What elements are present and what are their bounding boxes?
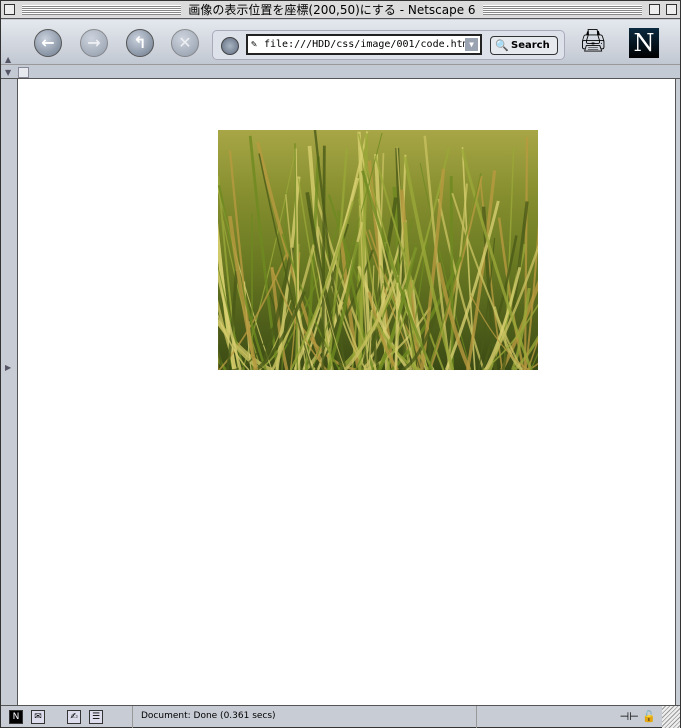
- composer-icon[interactable]: ✍: [67, 709, 81, 724]
- navigation-toolbar: ← → ↰ ✕ ✎ file:///HDD/css/image/001/code…: [1, 20, 680, 65]
- forward-button[interactable]: →: [80, 29, 108, 57]
- sidebar-gutter[interactable]: ▲ ▼ ▶: [1, 53, 17, 705]
- rice-field-image: [218, 130, 538, 370]
- title-bar: 画像の表示位置を座標(200,50)にする - Netscape 6: [1, 1, 680, 19]
- close-box[interactable]: [4, 4, 15, 15]
- zoom-box[interactable]: [649, 4, 660, 15]
- arrow-right-icon: →: [87, 33, 101, 52]
- address-book-icon[interactable]: ☰: [89, 709, 103, 724]
- lock-icon: 🔓: [642, 710, 656, 723]
- stop-icon: ✕: [178, 33, 192, 52]
- page-content: [17, 79, 676, 705]
- history-dropdown-button[interactable]: [221, 37, 239, 55]
- rice-field-photo: [218, 130, 538, 370]
- status-text: Document: Done (0.361 secs): [132, 706, 477, 728]
- chevron-down-icon[interactable]: ▼: [465, 38, 478, 51]
- resize-grip[interactable]: [662, 706, 680, 728]
- sidebar-grip-icon[interactable]: ▶: [5, 363, 11, 372]
- stop-button[interactable]: ✕: [171, 29, 199, 57]
- tab-button[interactable]: [18, 67, 29, 78]
- status-bar: N ✉ ✍ ☰ Document: Done (0.361 secs) ⊣⊢ 🔓: [1, 705, 680, 728]
- connection-icon: ⊣⊢: [619, 710, 639, 723]
- mail-icon[interactable]: ✉: [31, 709, 45, 724]
- collapse-up-icon[interactable]: ▲: [5, 55, 11, 64]
- collapse-box[interactable]: [666, 4, 677, 15]
- tab-bar: [1, 65, 680, 79]
- netscape-logo[interactable]: N: [629, 28, 659, 58]
- search-button[interactable]: 🔍 Search: [490, 36, 558, 55]
- url-input[interactable]: ✎ file:///HDD/css/image/001/code.html ▼: [246, 34, 482, 55]
- window-title: 画像の表示位置を座標(200,50)にする - Netscape 6: [188, 3, 476, 17]
- arrow-left-icon: ←: [41, 33, 55, 52]
- print-icon[interactable]: 🖨: [579, 29, 607, 54]
- netscape-icon[interactable]: N: [9, 709, 23, 724]
- pencil-icon: ✎: [251, 39, 258, 50]
- collapse-down-icon[interactable]: ▼: [5, 68, 11, 77]
- reload-icon: ↰: [133, 33, 147, 52]
- back-button[interactable]: ←: [34, 29, 62, 57]
- reload-button[interactable]: ↰: [126, 29, 154, 57]
- search-icon: 🔍: [495, 39, 509, 52]
